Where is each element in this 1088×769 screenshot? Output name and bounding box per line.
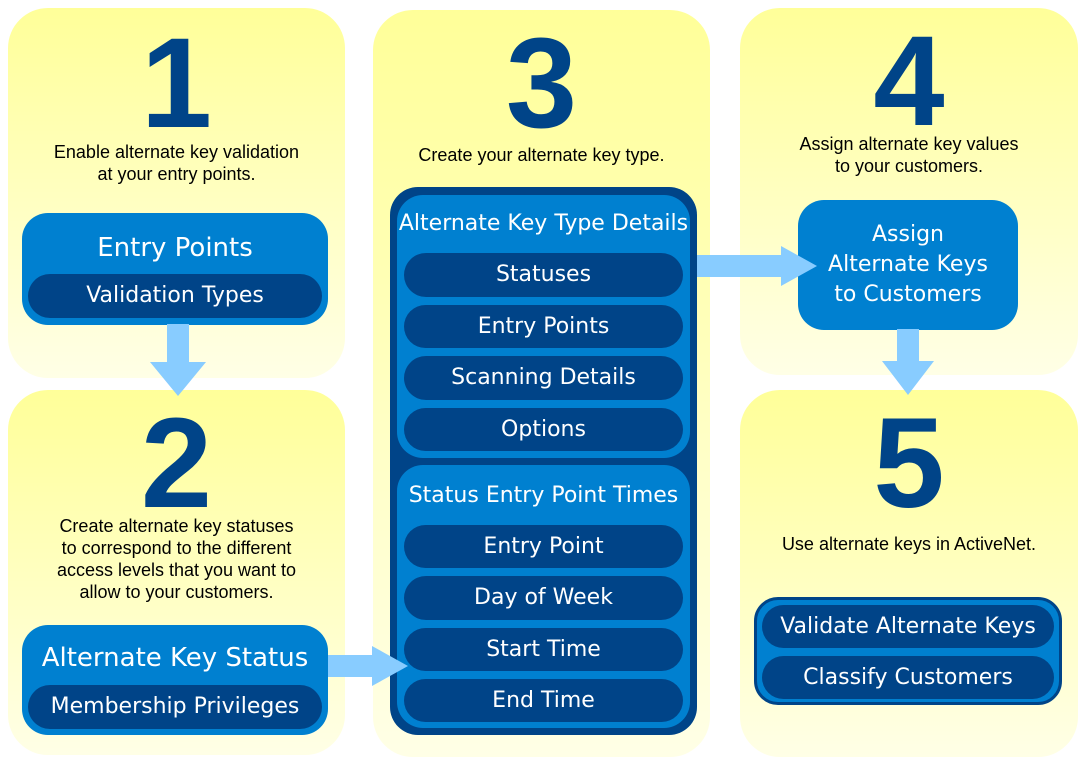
alternate-key-status-box[interactable]: Alternate Key Status Membership Privileg… [22, 625, 328, 735]
entry-points-box[interactable]: Entry Points Validation Types [22, 213, 328, 325]
options-item[interactable]: Options [404, 408, 683, 451]
arrow-right-icon [328, 646, 408, 686]
step-description: Assign alternate key values to your cust… [740, 133, 1078, 177]
end-time-item[interactable]: End Time [404, 679, 683, 722]
step-number: 4 [873, 10, 945, 153]
description-line: Assign alternate key values [799, 134, 1019, 154]
box-title: Entry Points [97, 233, 253, 263]
box-line: to Customers [834, 282, 982, 307]
description-line: access levels that you want to [56, 560, 297, 580]
step-1-panel: 1 Enable alternate key validation at you… [8, 8, 345, 378]
description-line: Create alternate key statuses [59, 516, 294, 536]
arrow-right-icon [697, 246, 817, 286]
arrow-down-icon [882, 329, 934, 395]
description-line: to correspond to the different [61, 538, 292, 558]
use-alternate-keys-container: Validate Alternate Keys Classify Custome… [754, 597, 1062, 705]
status-entry-point-times-section[interactable]: Status Entry Point Times Entry Point Day… [397, 465, 690, 728]
box-line: Assign [872, 222, 944, 247]
section-title: Alternate Key Type Details [398, 211, 689, 236]
validate-alternate-keys-item[interactable]: Validate Alternate Keys [762, 605, 1054, 648]
step-description: Create your alternate key type. [418, 145, 665, 165]
step-description: Enable alternate key validation at your … [8, 141, 345, 185]
arrow-down-icon [150, 324, 206, 396]
classify-customers-item[interactable]: Classify Customers [762, 656, 1054, 699]
description-line: at your entry points. [97, 164, 256, 184]
step-2-panel: 2 Create alternate key statuses to corre… [8, 390, 345, 755]
validation-types-item[interactable]: Validation Types [28, 274, 322, 318]
step-number: 2 [140, 392, 213, 535]
box-title: Alternate Key Status [41, 643, 309, 673]
description-line: to your customers. [834, 156, 984, 176]
description-line: Enable alternate key validation [53, 142, 300, 162]
membership-privileges-item[interactable]: Membership Privileges [28, 685, 322, 729]
step-number: 5 [873, 392, 945, 535]
start-time-item[interactable]: Start Time [404, 628, 683, 671]
alternate-key-type-container: Alternate Key Type Details Statuses Entr… [390, 187, 697, 735]
box-line: Alternate Keys [828, 252, 988, 277]
step-number: 3 [505, 12, 578, 155]
step-4-panel: 4 Assign alternate key values to your cu… [740, 8, 1078, 375]
description-line: allow to your customers. [79, 582, 274, 602]
step-3-panel: 3 Create your alternate key type. Altern… [373, 10, 710, 757]
step-5-panel: 5 Use alternate keys in ActiveNet. Valid… [740, 390, 1078, 757]
statuses-item[interactable]: Statuses [404, 253, 683, 297]
alternate-key-type-details-section[interactable]: Alternate Key Type Details Statuses Entr… [397, 195, 690, 458]
day-of-week-item[interactable]: Day of Week [404, 576, 683, 620]
step-description: Use alternate keys in ActiveNet. [781, 534, 1037, 554]
step-number: 1 [140, 12, 213, 155]
entry-points-item[interactable]: Entry Points [404, 305, 683, 348]
section-title: Status Entry Point Times [408, 483, 679, 508]
assign-alternate-keys-box[interactable]: Assign Alternate Keys to Customers [798, 200, 1018, 330]
entry-point-item[interactable]: Entry Point [404, 525, 683, 568]
step-description: Create alternate key statuses to corresp… [8, 515, 345, 603]
scanning-details-item[interactable]: Scanning Details [404, 356, 683, 400]
